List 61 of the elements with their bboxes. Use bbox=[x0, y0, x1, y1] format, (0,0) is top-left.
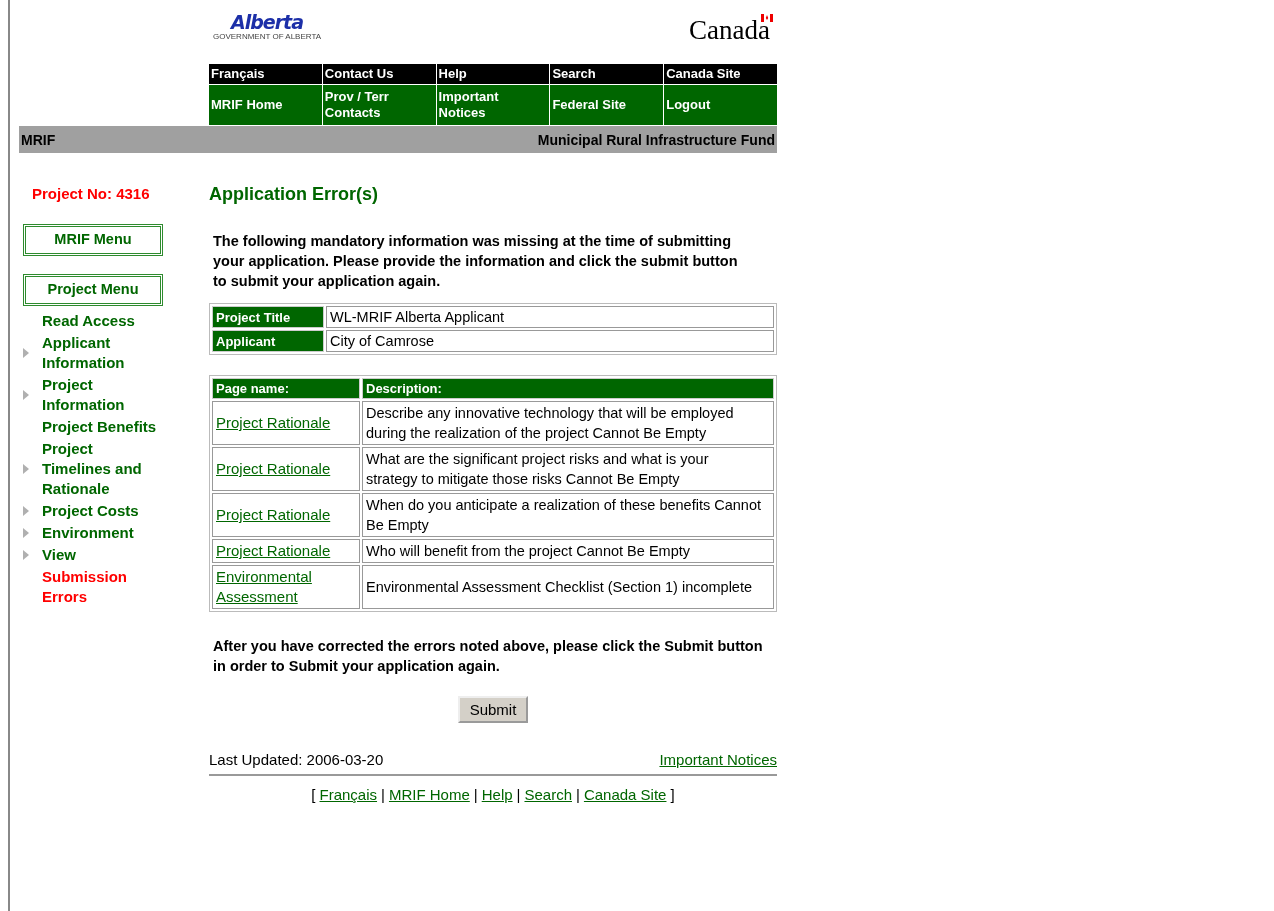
sidebar-item[interactable]: Project Costs bbox=[42, 500, 162, 522]
instructions-text: The following mandatory information was missing at the time of submitting your application. Please provide the information and click the submit button to submit your application again. bbox=[213, 232, 739, 291]
footer-link[interactable]: Help bbox=[481, 786, 513, 803]
separator-text: | bbox=[473, 786, 478, 803]
nav-link[interactable]: Français bbox=[209, 64, 322, 84]
separator-text: | bbox=[516, 786, 521, 803]
submit-button[interactable]: Submit bbox=[457, 696, 529, 723]
canada-wordmark: Canada bbox=[689, 16, 773, 44]
table-cell: When do you anticipate a realization of these benefits Cannot Be Empty bbox=[362, 493, 774, 537]
sidebar-item[interactable]: Read Access bbox=[42, 310, 162, 332]
column-header: Page name: bbox=[212, 378, 360, 399]
sidebar-item[interactable]: Project Timelines and Rationale bbox=[42, 438, 162, 500]
table-cell: Describe any innovative technology that will be employed during the realization of the project Cannot Be Empty bbox=[362, 401, 774, 445]
sidebar-item[interactable]: Project Information bbox=[42, 374, 162, 416]
menu-button[interactable]: Project Menu bbox=[23, 274, 163, 306]
nav-link[interactable]: Federal Site bbox=[550, 85, 664, 125]
footer-link[interactable]: Canada Site bbox=[583, 786, 667, 803]
sidebar-item[interactable]: View bbox=[42, 544, 162, 566]
footer-link[interactable]: Important Notices bbox=[659, 751, 777, 768]
instructions-text: After you have corrected the errors noted above, please click the Submit button in order to Submit your application again. bbox=[213, 637, 764, 676]
expand-arrow-icon[interactable] bbox=[22, 549, 30, 561]
footer-link[interactable]: Français bbox=[319, 786, 378, 803]
alberta-logo: Alberta GOVERNMENT OF ALBERTA bbox=[213, 11, 322, 41]
sidebar-item[interactable]: Submission Errors bbox=[42, 566, 162, 608]
sidebar-item[interactable]: Project Benefits bbox=[42, 416, 162, 438]
footer-link[interactable]: Search bbox=[524, 786, 572, 803]
site-acronym: MRIF bbox=[21, 131, 56, 148]
bracket-text: ] bbox=[670, 786, 675, 803]
nav-link[interactable]: Search bbox=[550, 64, 664, 84]
menu-button[interactable]: MRIF Menu bbox=[23, 224, 163, 256]
site-title: Municipal Rural Infrastructure Fund bbox=[537, 131, 775, 148]
table-cell: Environmental Assessment Checklist (Section 1) incomplete bbox=[362, 565, 774, 609]
flag-icon bbox=[761, 14, 773, 22]
project-number: Project No: 4316 bbox=[32, 185, 151, 202]
expand-arrow-icon[interactable] bbox=[22, 389, 30, 401]
sidebar-item[interactable]: Applicant Information bbox=[42, 332, 162, 374]
expand-arrow-icon[interactable] bbox=[22, 527, 30, 539]
nav-link[interactable]: Help bbox=[436, 64, 550, 84]
bracket-text: [ bbox=[311, 786, 316, 803]
page-heading: Application Error(s) bbox=[209, 183, 379, 205]
last-updated-text: Last Updated: 2006-03-20 bbox=[209, 751, 384, 768]
footer-link[interactable]: MRIF Home bbox=[388, 786, 470, 803]
nav-link[interactable]: Contact Us bbox=[322, 64, 436, 84]
field-label: Project Title bbox=[212, 306, 324, 328]
nav-link[interactable]: MRIF Home bbox=[209, 85, 322, 125]
nav-link[interactable]: Logout bbox=[664, 85, 777, 125]
expand-arrow-icon[interactable] bbox=[22, 347, 30, 359]
separator-text: | bbox=[576, 786, 580, 803]
column-header: Description: bbox=[362, 378, 774, 399]
nav-link[interactable]: Canada Site bbox=[664, 64, 777, 84]
table-cell: Who will benefit from the project Cannot Be Empty bbox=[362, 539, 774, 563]
field-label: Applicant bbox=[212, 330, 324, 352]
expand-arrow-icon[interactable] bbox=[22, 505, 30, 517]
field-value: WL-MRIF Alberta Applicant bbox=[326, 306, 774, 328]
sidebar-item[interactable]: Environment bbox=[42, 522, 162, 544]
nav-link[interactable]: Prov / Terr Contacts bbox=[322, 85, 436, 125]
field-value: City of Camrose bbox=[326, 330, 774, 352]
table-cell: What are the significant project risks and what is your strategy to mitigate those risks Cannot Be Empty bbox=[362, 447, 774, 491]
nav-link[interactable]: Important Notices bbox=[436, 85, 550, 125]
separator-text: | bbox=[381, 786, 385, 803]
expand-arrow-icon[interactable] bbox=[22, 463, 30, 475]
